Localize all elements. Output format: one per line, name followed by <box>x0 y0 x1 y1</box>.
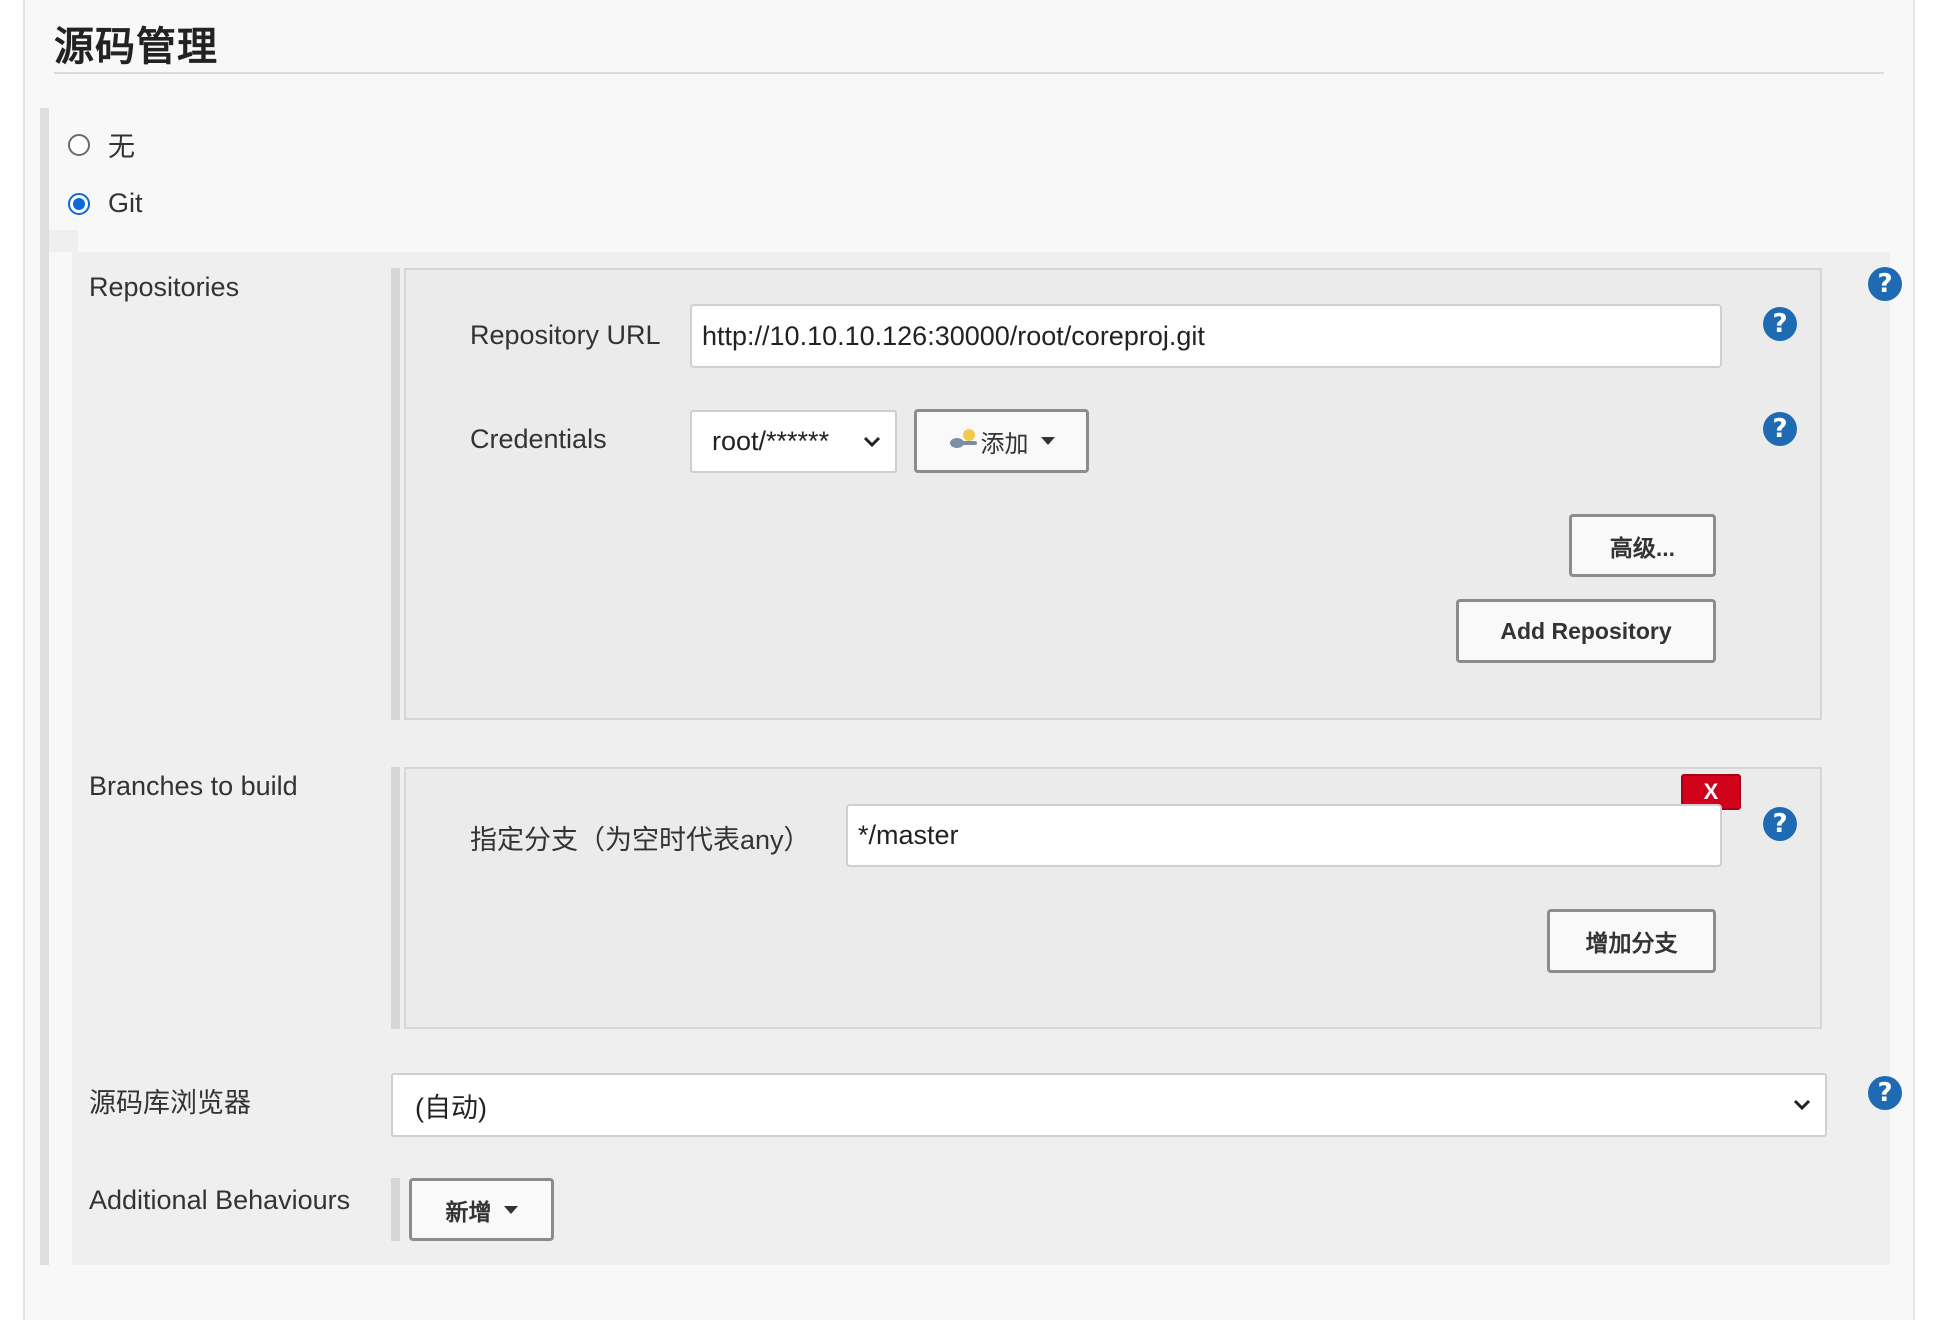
git-config-area-notch <box>49 230 78 252</box>
scm-options-bar <box>40 108 49 1265</box>
chevron-down-icon <box>863 436 881 448</box>
credentials-select-value: root/****** <box>712 426 830 456</box>
branches-label: Branches to build <box>89 771 298 801</box>
branch-specifier-input[interactable]: */master <box>846 804 1722 867</box>
section-divider <box>54 72 1884 74</box>
scm-option-git-label: Git <box>108 188 143 218</box>
additional-behaviours-label: Additional Behaviours <box>89 1185 351 1215</box>
repositories-bar <box>391 268 400 720</box>
repository-browser-label: 源码库浏览器 <box>89 1088 251 1118</box>
add-repository-button[interactable]: Add Repository <box>1456 599 1716 663</box>
repositories-label: Repositories <box>89 272 240 302</box>
help-credentials-icon[interactable]: ? <box>1763 412 1797 446</box>
radio-git[interactable] <box>68 192 90 215</box>
add-credentials-button[interactable]: 添加 <box>914 409 1089 473</box>
repository-url-input[interactable]: http://10.10.10.126:30000/root/coreproj.… <box>690 304 1722 368</box>
credentials-select[interactable]: root/****** <box>690 410 897 473</box>
caret-down-icon <box>1040 437 1055 445</box>
behaviours-bar <box>391 1178 400 1241</box>
radio-none[interactable] <box>68 133 90 156</box>
scm-option-none[interactable]: 无 <box>68 125 135 164</box>
add-credentials-label: 添加 <box>980 430 1029 458</box>
advanced-button[interactable]: 高级... <box>1569 514 1716 577</box>
repository-browser-value: (自动) <box>415 1092 487 1123</box>
help-branch-icon[interactable]: ? <box>1763 807 1797 841</box>
credentials-label: Credentials <box>470 424 607 454</box>
add-branch-button[interactable]: 增加分支 <box>1547 909 1716 973</box>
add-behaviour-label: 新增 <box>445 1198 492 1225</box>
repository-browser-select[interactable]: (自动) <box>391 1073 1827 1137</box>
scm-option-git[interactable]: Git <box>68 188 143 219</box>
add-behaviour-button[interactable]: 新增 <box>409 1178 554 1241</box>
repository-url-label: Repository URL <box>470 320 661 350</box>
branch-specifier-label: 指定分支（为空时代表any） <box>470 825 811 855</box>
key-icon <box>949 428 979 454</box>
section-title: 源码管理 <box>54 25 218 69</box>
help-repository-url-icon[interactable]: ? <box>1763 307 1797 341</box>
help-repositories-icon[interactable]: ? <box>1868 267 1902 301</box>
branches-bar <box>391 767 400 1029</box>
caret-down-icon <box>503 1205 518 1214</box>
chevron-down-icon <box>1793 1099 1811 1111</box>
help-browser-icon[interactable]: ? <box>1868 1076 1902 1110</box>
scm-option-none-label: 无 <box>108 132 135 162</box>
